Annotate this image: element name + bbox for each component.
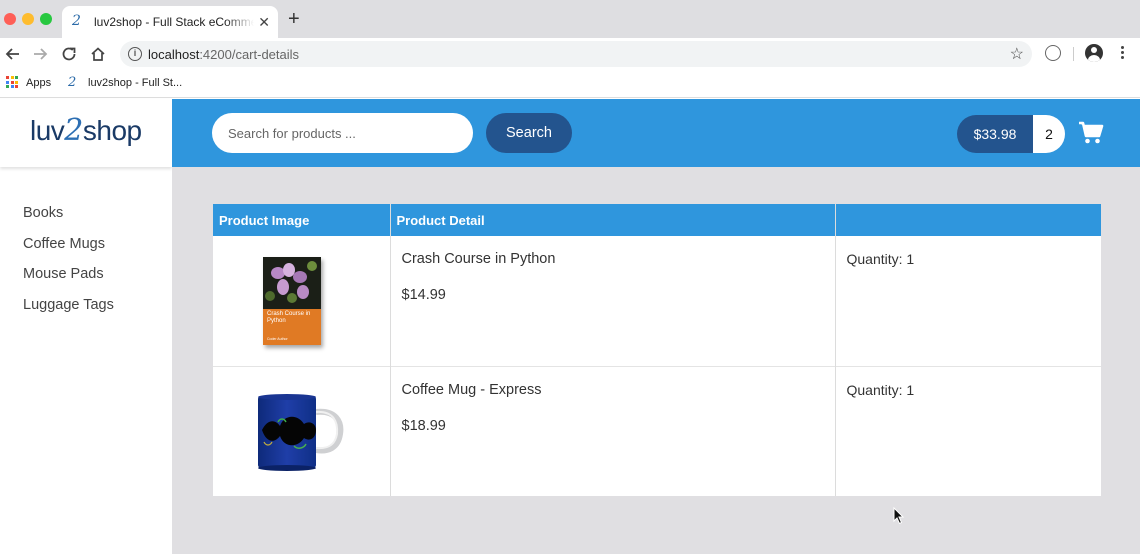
- browser-toolbar: i localhost:4200/cart-details ☆: [0, 38, 1140, 70]
- home-icon[interactable]: [88, 44, 108, 64]
- book-cover-image: Crash Course in Python Coder Author: [263, 257, 321, 345]
- coffee-mug-image: [258, 393, 344, 471]
- tab-close-icon[interactable]: ✕: [258, 13, 270, 31]
- table-header-row: Product Image Product Detail: [213, 204, 1101, 236]
- product-image-cell: [213, 365, 391, 496]
- product-detail-cell: Coffee Mug - Express $18.99: [390, 365, 836, 496]
- product-name: Coffee Mug - Express: [401, 381, 542, 398]
- window-close-button[interactable]: [4, 13, 16, 25]
- tab-title: luv2shop - Full Stack eCommerce: [94, 15, 254, 29]
- shopping-cart-icon[interactable]: [1078, 121, 1104, 145]
- cart-total-price: $33.98: [957, 115, 1033, 153]
- search-button[interactable]: Search: [486, 113, 572, 153]
- browser-menu-icon[interactable]: [1118, 44, 1126, 64]
- extension-icon[interactable]: [1045, 45, 1061, 61]
- product-price: $14.99: [401, 287, 446, 303]
- product-quantity: Quantity: 1: [846, 381, 915, 398]
- cart-details-table: Product Image Product Detail Crash Cours…: [213, 204, 1101, 496]
- logo-container: luv2shop: [0, 99, 172, 167]
- column-header-quantity: [835, 204, 1101, 236]
- new-tab-button[interactable]: +: [288, 9, 300, 29]
- luv2shop-favicon: 2: [72, 13, 81, 29]
- product-quantity: Quantity: 1: [846, 251, 915, 267]
- luv2shop-logo[interactable]: luv2shop: [30, 113, 142, 148]
- category-coffee-mugs[interactable]: Coffee Mugs: [23, 236, 114, 267]
- bookmarks-bar: Apps 2 luv2shop - Full St...: [0, 70, 1140, 98]
- bookmark-apps[interactable]: Apps: [26, 77, 51, 89]
- table-row: Coffee Mug - Express $18.99 Quantity: 1: [213, 365, 1101, 496]
- quantity-cell: Quantity: 1: [835, 236, 1101, 366]
- luv2shop-favicon: 2: [68, 75, 77, 90]
- category-luggage-tags[interactable]: Luggage Tags: [23, 297, 114, 328]
- browser-tab-active[interactable]: 2 luv2shop - Full Stack eCommerce ✕: [62, 6, 278, 38]
- category-menu: Books Coffee Mugs Mouse Pads Luggage Tag…: [23, 205, 114, 327]
- column-header-product-image: Product Image: [213, 204, 391, 236]
- sidebar: luv2shop Books Coffee Mugs Mouse Pads Lu…: [0, 99, 172, 554]
- product-name: Crash Course in Python: [401, 251, 556, 267]
- main-content: Product Image Product Detail Crash Cours…: [172, 167, 1140, 554]
- app-header: Search $33.98 2: [172, 99, 1140, 167]
- category-books[interactable]: Books: [23, 205, 114, 236]
- product-image-cell: Crash Course in Python Coder Author: [213, 236, 391, 366]
- profile-avatar-icon[interactable]: [1085, 44, 1103, 62]
- cart-quantity-badge: 2: [1033, 115, 1065, 153]
- info-icon[interactable]: i: [128, 47, 142, 61]
- column-header-product-detail: Product Detail: [390, 204, 836, 236]
- window-maximize-button[interactable]: [40, 13, 52, 25]
- url-text[interactable]: localhost:4200/cart-details: [148, 47, 299, 62]
- window-minimize-button[interactable]: [22, 13, 34, 25]
- bookmark-luv2shop[interactable]: luv2shop - Full St...: [88, 77, 182, 89]
- search-input[interactable]: [212, 113, 473, 153]
- apps-grid-icon[interactable]: [6, 76, 18, 88]
- product-price: $18.99: [401, 417, 446, 434]
- browser-tab-strip: 2 luv2shop - Full Stack eCommerce ✕ +: [0, 0, 1140, 38]
- mouse-pointer-icon: [893, 507, 905, 525]
- product-detail-cell: Crash Course in Python $14.99: [390, 236, 836, 366]
- back-arrow-icon[interactable]: [3, 44, 23, 64]
- table-row: Crash Course in Python Coder Author Cras…: [213, 236, 1101, 366]
- forward-arrow-icon[interactable]: [30, 44, 50, 64]
- toolbar-divider: [1073, 47, 1074, 61]
- bookmark-star-icon[interactable]: ☆: [1010, 44, 1024, 64]
- address-bar[interactable]: i localhost:4200/cart-details ☆: [120, 41, 1032, 67]
- quantity-cell: Quantity: 1: [835, 365, 1101, 496]
- reload-icon[interactable]: [59, 44, 79, 64]
- category-mouse-pads[interactable]: Mouse Pads: [23, 266, 114, 297]
